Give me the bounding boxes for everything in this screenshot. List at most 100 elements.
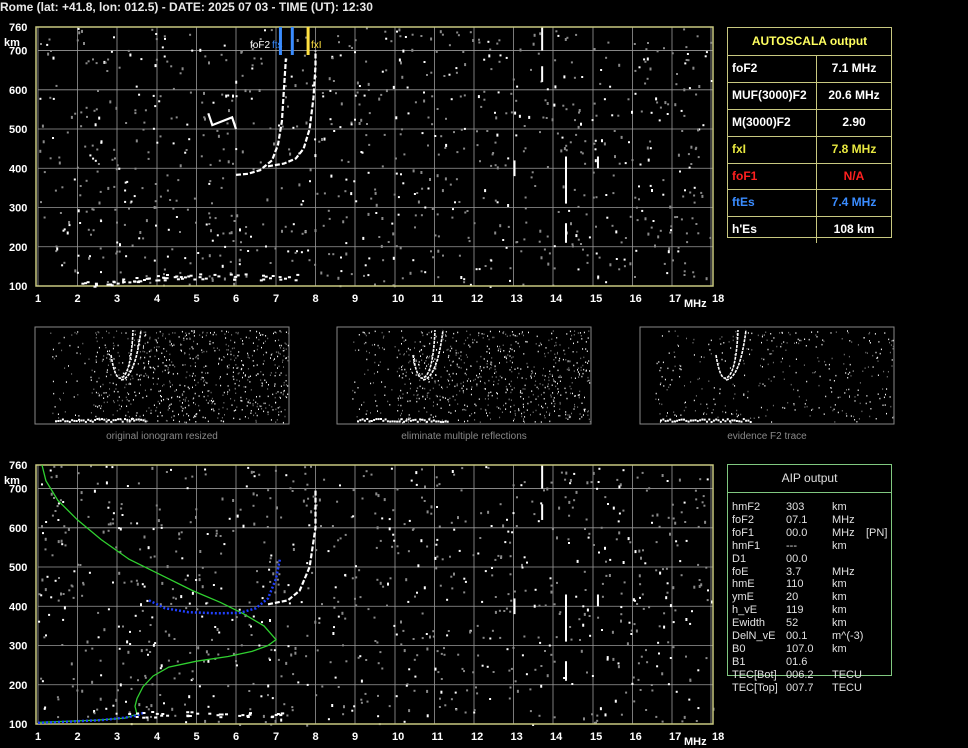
thumb-noise bbox=[156, 341, 158, 344]
thumb-noise bbox=[511, 361, 513, 364]
thumb-e-trace bbox=[98, 418, 101, 421]
thumb-noise bbox=[363, 342, 365, 345]
noise-dot bbox=[375, 212, 378, 214]
noise-dot bbox=[323, 478, 326, 481]
thumb-noise bbox=[454, 399, 456, 401]
noise-dot bbox=[436, 213, 439, 216]
noise-dot bbox=[151, 28, 154, 31]
noise-dot bbox=[130, 522, 133, 525]
thumb-noise bbox=[750, 417, 752, 419]
thumb-noise bbox=[489, 368, 490, 370]
thumb-noise bbox=[780, 361, 782, 363]
noise-dot bbox=[188, 138, 191, 141]
noise-dot bbox=[164, 37, 166, 40]
thumb-noise bbox=[559, 408, 561, 410]
noise-dot bbox=[41, 578, 44, 582]
thumb-e-trace bbox=[662, 418, 665, 421]
thumb-noise bbox=[447, 378, 449, 381]
noise-dot bbox=[492, 152, 495, 154]
noise-dot bbox=[57, 599, 60, 602]
thumb-noise bbox=[863, 337, 865, 339]
thumb-noise bbox=[418, 410, 420, 413]
thumb-noise bbox=[441, 386, 443, 388]
thumb-noise bbox=[523, 406, 524, 408]
noise-dot bbox=[612, 506, 615, 510]
noise-dot bbox=[548, 644, 551, 647]
noise-dot bbox=[240, 241, 242, 244]
thumb-noise bbox=[428, 331, 430, 334]
thumb-noise bbox=[234, 382, 236, 385]
noise-dot bbox=[483, 58, 486, 61]
thumb-e-trace bbox=[75, 420, 78, 422]
thumb-noise bbox=[184, 421, 186, 423]
noise-dot bbox=[366, 700, 369, 703]
noise-dot bbox=[401, 75, 404, 79]
noise-dot bbox=[244, 232, 247, 235]
thumb-noise bbox=[237, 366, 239, 369]
thumb-noise bbox=[659, 383, 661, 386]
thumb-noise bbox=[486, 351, 488, 353]
noise-dot bbox=[555, 636, 558, 639]
thumb-noise bbox=[97, 406, 99, 408]
thumb-noise bbox=[556, 337, 558, 339]
thumb-noise bbox=[95, 355, 97, 358]
thumb-noise bbox=[762, 383, 764, 385]
thumb-noise bbox=[762, 334, 764, 336]
noise-dot bbox=[344, 190, 347, 193]
thumb-noise bbox=[544, 417, 546, 419]
noise-dot bbox=[414, 214, 417, 217]
noise-dot bbox=[460, 128, 463, 131]
thumb-noise bbox=[467, 337, 469, 339]
thumb-noise bbox=[156, 332, 157, 334]
noise-dot bbox=[397, 552, 400, 555]
noise-dot bbox=[430, 505, 433, 509]
noise-dot bbox=[615, 230, 618, 234]
thumb-noise bbox=[203, 384, 205, 386]
noise-dot bbox=[634, 196, 637, 199]
thumb-noise bbox=[733, 397, 735, 400]
noise-dot bbox=[331, 704, 334, 707]
thumb-noise bbox=[817, 331, 819, 333]
noise-dot bbox=[322, 224, 325, 227]
thumb-noise bbox=[488, 392, 490, 394]
noise-dot bbox=[658, 119, 661, 122]
thumb-noise bbox=[267, 413, 269, 416]
thumb-noise bbox=[373, 372, 375, 375]
thumb-noise bbox=[170, 403, 172, 405]
thumb-noise bbox=[222, 394, 224, 396]
noise-dot bbox=[320, 271, 323, 275]
noise-dot bbox=[140, 649, 143, 653]
noise-dot bbox=[47, 52, 50, 56]
noise-dot bbox=[294, 84, 297, 88]
noise-dot bbox=[393, 539, 396, 542]
noise-dot bbox=[318, 617, 321, 620]
thumb-e-trace bbox=[96, 418, 99, 420]
thumb-e-trace bbox=[692, 419, 695, 422]
noise-dot bbox=[193, 197, 196, 200]
noise-dot bbox=[394, 157, 397, 160]
thumb-noise bbox=[212, 333, 214, 336]
thumb-noise bbox=[828, 368, 830, 370]
thumb-noise bbox=[485, 409, 487, 412]
thumb-noise bbox=[557, 392, 559, 395]
noise-dot bbox=[353, 180, 356, 183]
noise-dot bbox=[634, 276, 636, 278]
thumb-noise bbox=[236, 406, 238, 408]
noise-dot bbox=[267, 489, 270, 492]
thumb-noise bbox=[107, 350, 108, 353]
thumb-noise bbox=[573, 408, 575, 410]
thumb-noise bbox=[197, 354, 199, 357]
noise-dot bbox=[92, 208, 95, 211]
noise-dot bbox=[96, 482, 99, 485]
thumb-noise bbox=[425, 360, 427, 362]
trace-point bbox=[94, 282, 98, 285]
noise-dot bbox=[271, 697, 274, 700]
noise-dot bbox=[521, 563, 523, 567]
noise-dot bbox=[221, 93, 224, 96]
thumb-noise bbox=[117, 399, 119, 402]
noise-dot bbox=[685, 46, 688, 49]
noise-dot bbox=[92, 58, 94, 61]
thumb-noise bbox=[252, 342, 254, 344]
thumb-noise bbox=[861, 410, 863, 413]
thumb-noise bbox=[175, 389, 177, 391]
